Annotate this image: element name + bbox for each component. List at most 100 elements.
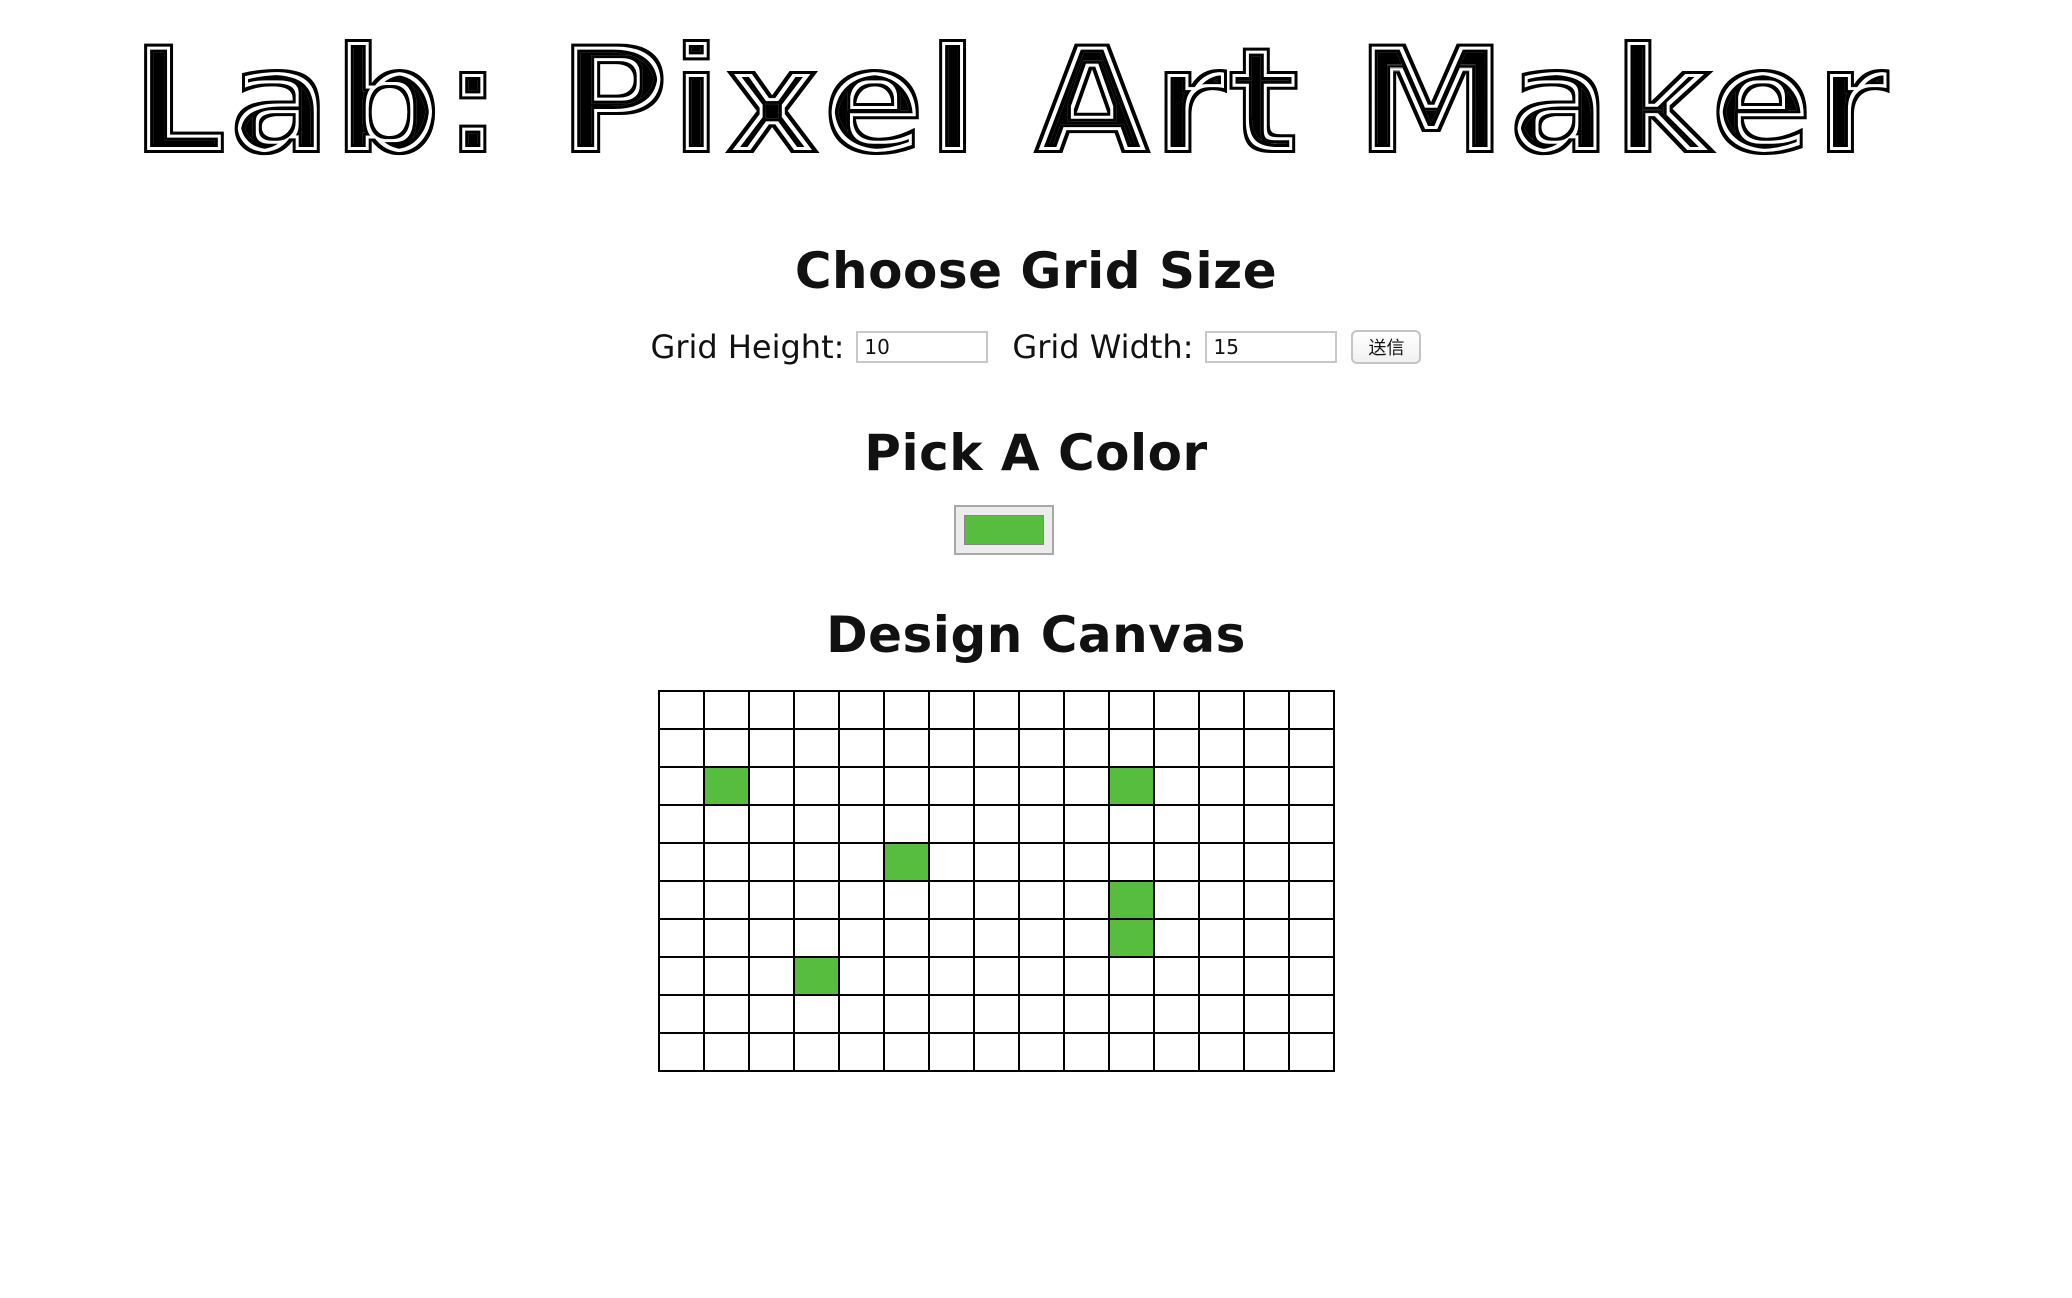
grid-cell[interactable] bbox=[1108, 918, 1155, 958]
grid-cell[interactable] bbox=[1153, 728, 1200, 768]
grid-cell[interactable] bbox=[883, 1032, 930, 1072]
grid-cell[interactable] bbox=[658, 880, 705, 920]
grid-cell[interactable] bbox=[1198, 918, 1245, 958]
grid-cell[interactable] bbox=[1018, 766, 1065, 806]
grid-cell[interactable] bbox=[1288, 690, 1335, 730]
grid-cell[interactable] bbox=[1243, 918, 1290, 958]
grid-cell[interactable] bbox=[748, 766, 795, 806]
grid-cell[interactable] bbox=[883, 956, 930, 996]
grid-cell[interactable] bbox=[793, 956, 840, 996]
grid-cell[interactable] bbox=[1063, 804, 1110, 844]
grid-cell[interactable] bbox=[1018, 842, 1065, 882]
grid-cell[interactable] bbox=[1063, 880, 1110, 920]
grid-cell[interactable] bbox=[838, 842, 885, 882]
grid-cell[interactable] bbox=[838, 804, 885, 844]
grid-cell[interactable] bbox=[973, 994, 1020, 1034]
grid-cell[interactable] bbox=[973, 728, 1020, 768]
grid-cell[interactable] bbox=[658, 842, 705, 882]
grid-cell[interactable] bbox=[1108, 804, 1155, 844]
grid-cell[interactable] bbox=[793, 728, 840, 768]
grid-cell[interactable] bbox=[1198, 766, 1245, 806]
grid-cell[interactable] bbox=[748, 994, 795, 1034]
grid-cell[interactable] bbox=[1153, 1032, 1200, 1072]
grid-cell[interactable] bbox=[1063, 690, 1110, 730]
grid-cell[interactable] bbox=[1153, 766, 1200, 806]
grid-cell[interactable] bbox=[838, 994, 885, 1034]
grid-cell[interactable] bbox=[1108, 1032, 1155, 1072]
grid-cell[interactable] bbox=[748, 1032, 795, 1072]
grid-cell[interactable] bbox=[703, 880, 750, 920]
grid-cell[interactable] bbox=[1288, 1032, 1335, 1072]
grid-cell[interactable] bbox=[883, 918, 930, 958]
grid-cell[interactable] bbox=[928, 728, 975, 768]
grid-cell[interactable] bbox=[973, 918, 1020, 958]
grid-cell[interactable] bbox=[793, 1032, 840, 1072]
grid-cell[interactable] bbox=[658, 804, 705, 844]
grid-cell[interactable] bbox=[973, 690, 1020, 730]
grid-cell[interactable] bbox=[1198, 804, 1245, 844]
grid-cell[interactable] bbox=[1153, 918, 1200, 958]
grid-cell[interactable] bbox=[703, 956, 750, 996]
grid-cell[interactable] bbox=[1018, 1032, 1065, 1072]
grid-cell[interactable] bbox=[883, 994, 930, 1034]
grid-cell[interactable] bbox=[883, 728, 930, 768]
grid-cell[interactable] bbox=[1288, 994, 1335, 1034]
grid-cell[interactable] bbox=[1018, 880, 1065, 920]
grid-cell[interactable] bbox=[1288, 728, 1335, 768]
grid-cell[interactable] bbox=[703, 994, 750, 1034]
grid-cell[interactable] bbox=[1018, 690, 1065, 730]
grid-cell[interactable] bbox=[1243, 690, 1290, 730]
grid-cell[interactable] bbox=[928, 880, 975, 920]
grid-cell[interactable] bbox=[1018, 918, 1065, 958]
grid-cell[interactable] bbox=[1153, 956, 1200, 996]
grid-cell[interactable] bbox=[1243, 1032, 1290, 1072]
grid-cell[interactable] bbox=[1288, 766, 1335, 806]
grid-cell[interactable] bbox=[1243, 956, 1290, 996]
grid-cell[interactable] bbox=[703, 728, 750, 768]
grid-cell[interactable] bbox=[748, 880, 795, 920]
grid-cell[interactable] bbox=[1288, 842, 1335, 882]
grid-cell[interactable] bbox=[1198, 842, 1245, 882]
grid-cell[interactable] bbox=[883, 804, 930, 844]
grid-cell[interactable] bbox=[1243, 880, 1290, 920]
grid-cell[interactable] bbox=[1288, 918, 1335, 958]
grid-cell[interactable] bbox=[883, 880, 930, 920]
grid-cell[interactable] bbox=[1243, 994, 1290, 1034]
grid-cell[interactable] bbox=[793, 690, 840, 730]
grid-cell[interactable] bbox=[928, 766, 975, 806]
grid-cell[interactable] bbox=[703, 766, 750, 806]
grid-cell[interactable] bbox=[1063, 994, 1110, 1034]
grid-cell[interactable] bbox=[928, 804, 975, 844]
grid-cell[interactable] bbox=[838, 956, 885, 996]
grid-cell[interactable] bbox=[1063, 918, 1110, 958]
grid-cell[interactable] bbox=[703, 804, 750, 844]
grid-cell[interactable] bbox=[1198, 994, 1245, 1034]
grid-cell[interactable] bbox=[928, 918, 975, 958]
grid-cell[interactable] bbox=[1063, 1032, 1110, 1072]
grid-cell[interactable] bbox=[973, 1032, 1020, 1072]
grid-cell[interactable] bbox=[1063, 728, 1110, 768]
grid-cell[interactable] bbox=[748, 804, 795, 844]
grid-cell[interactable] bbox=[973, 842, 1020, 882]
grid-cell[interactable] bbox=[838, 880, 885, 920]
grid-cell[interactable] bbox=[1198, 956, 1245, 996]
grid-cell[interactable] bbox=[1063, 766, 1110, 806]
grid-cell[interactable] bbox=[1198, 1032, 1245, 1072]
grid-cell[interactable] bbox=[883, 766, 930, 806]
grid-cell[interactable] bbox=[1108, 766, 1155, 806]
grid-cell[interactable] bbox=[1063, 956, 1110, 996]
grid-cell[interactable] bbox=[1108, 690, 1155, 730]
grid-cell[interactable] bbox=[748, 842, 795, 882]
grid-cell[interactable] bbox=[1243, 842, 1290, 882]
grid-cell[interactable] bbox=[658, 956, 705, 996]
grid-cell[interactable] bbox=[1108, 728, 1155, 768]
grid-cell[interactable] bbox=[883, 842, 930, 882]
grid-cell[interactable] bbox=[838, 766, 885, 806]
grid-cell[interactable] bbox=[1288, 956, 1335, 996]
grid-cell[interactable] bbox=[793, 918, 840, 958]
grid-cell[interactable] bbox=[658, 994, 705, 1034]
grid-cell[interactable] bbox=[838, 728, 885, 768]
grid-cell[interactable] bbox=[1108, 880, 1155, 920]
grid-cell[interactable] bbox=[1153, 804, 1200, 844]
grid-cell[interactable] bbox=[1198, 880, 1245, 920]
